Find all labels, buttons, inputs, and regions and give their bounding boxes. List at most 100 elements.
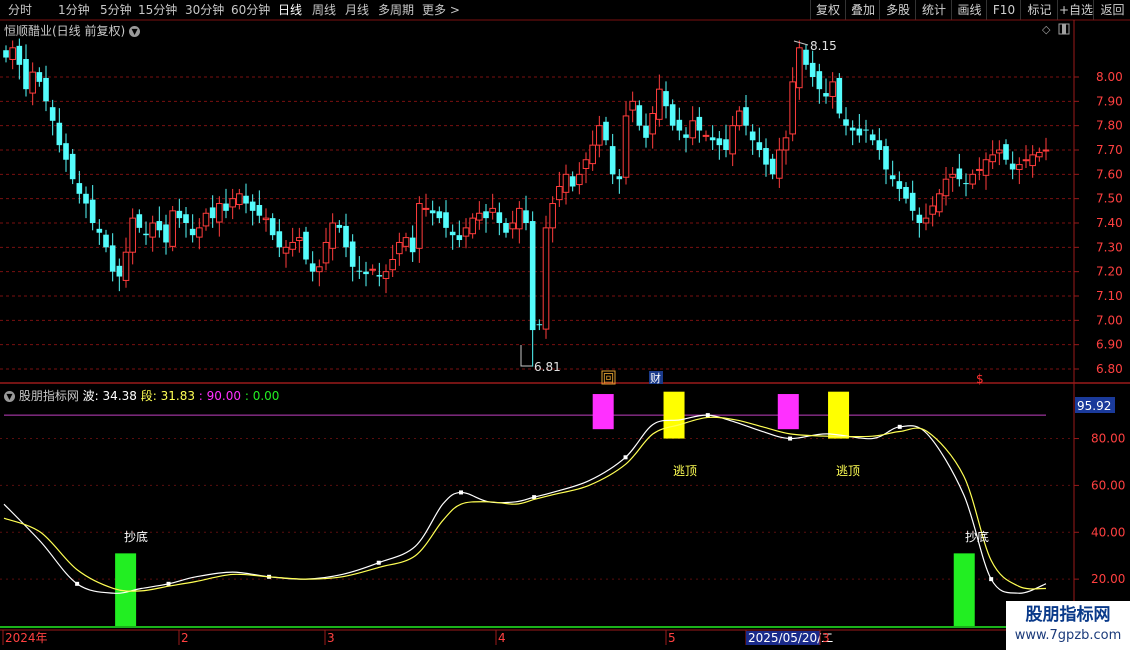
candle[interactable] xyxy=(769,153,776,180)
candle[interactable] xyxy=(542,215,550,339)
dollar-marker[interactable]: $ xyxy=(976,372,984,386)
candle[interactable] xyxy=(229,188,236,220)
candle[interactable] xyxy=(663,81,669,119)
chart-canvas[interactable]: 8.00 7.90 7.80 7.70 7.60 7.50 7.40 7.30 7.20 7.10… xyxy=(0,0,1130,650)
candle[interactable] xyxy=(376,262,383,287)
candle[interactable] xyxy=(676,107,683,141)
candle[interactable] xyxy=(282,240,290,268)
candle[interactable] xyxy=(869,129,876,146)
candle[interactable] xyxy=(289,227,296,257)
candle[interactable] xyxy=(409,225,416,262)
candle[interactable] xyxy=(269,213,276,241)
candle[interactable] xyxy=(516,201,523,244)
candle[interactable] xyxy=(449,224,456,250)
candle[interactable] xyxy=(303,226,309,265)
candle[interactable] xyxy=(36,67,43,87)
candle[interactable] xyxy=(296,227,303,253)
candle[interactable] xyxy=(49,99,56,136)
candle[interactable] xyxy=(489,193,496,220)
candle[interactable] xyxy=(109,233,116,282)
candle[interactable] xyxy=(696,107,703,143)
candle[interactable] xyxy=(136,209,143,233)
candle[interactable] xyxy=(656,74,663,127)
candle[interactable] xyxy=(56,108,63,153)
candle[interactable] xyxy=(503,218,509,238)
candle[interactable] xyxy=(863,119,869,143)
candle[interactable] xyxy=(23,44,29,97)
candle[interactable] xyxy=(643,113,649,148)
candle[interactable] xyxy=(729,115,736,167)
candle[interactable] xyxy=(129,208,136,265)
candle[interactable] xyxy=(782,130,790,165)
candle[interactable] xyxy=(683,127,689,153)
diamond-icon[interactable]: ◇ xyxy=(1042,23,1051,36)
candle[interactable] xyxy=(702,130,710,142)
candle[interactable] xyxy=(416,196,423,263)
candle[interactable] xyxy=(1016,157,1023,185)
candle[interactable] xyxy=(356,256,363,279)
candle[interactable] xyxy=(776,137,783,188)
candle[interactable] xyxy=(262,208,270,232)
candle[interactable] xyxy=(349,234,356,282)
candle[interactable] xyxy=(963,173,969,197)
candle[interactable] xyxy=(629,91,636,123)
candle[interactable] xyxy=(763,138,769,177)
candle[interactable] xyxy=(936,188,943,217)
candle[interactable] xyxy=(956,153,963,187)
candle[interactable] xyxy=(843,107,849,136)
candle[interactable] xyxy=(396,232,403,266)
candle[interactable] xyxy=(949,167,956,192)
candle[interactable] xyxy=(496,202,503,236)
candle[interactable] xyxy=(149,215,156,252)
candle[interactable] xyxy=(576,162,583,195)
candle[interactable] xyxy=(236,188,243,210)
candle[interactable] xyxy=(823,78,829,104)
candle[interactable] xyxy=(316,259,323,287)
candle[interactable] xyxy=(276,219,283,258)
candle[interactable] xyxy=(523,195,529,231)
candle[interactable] xyxy=(336,220,343,233)
candle[interactable] xyxy=(549,196,556,243)
candle[interactable] xyxy=(382,264,390,294)
candle[interactable] xyxy=(903,182,909,204)
candle[interactable] xyxy=(476,201,483,230)
candle[interactable] xyxy=(402,232,410,252)
candle[interactable] xyxy=(369,264,376,276)
candle[interactable] xyxy=(723,124,729,158)
candle[interactable] xyxy=(443,200,449,238)
candle[interactable] xyxy=(989,140,996,169)
candle[interactable] xyxy=(76,170,83,204)
candle[interactable] xyxy=(856,113,863,143)
candle[interactable] xyxy=(1009,151,1016,180)
candle[interactable] xyxy=(616,168,623,194)
candle[interactable] xyxy=(83,186,89,219)
candle[interactable] xyxy=(716,131,723,160)
candle[interactable] xyxy=(243,183,249,214)
candle[interactable] xyxy=(1036,147,1043,162)
candle[interactable] xyxy=(996,140,1003,166)
hui-marker[interactable]: 回 xyxy=(601,370,616,385)
candle[interactable] xyxy=(169,205,176,252)
candle[interactable] xyxy=(216,196,223,237)
candle[interactable] xyxy=(256,190,263,223)
candle[interactable] xyxy=(982,152,990,190)
candlestick-series[interactable] xyxy=(3,38,1050,367)
candle[interactable] xyxy=(329,213,336,261)
candle[interactable] xyxy=(69,149,76,185)
candle[interactable] xyxy=(849,120,856,146)
candle[interactable] xyxy=(1042,137,1050,161)
candle[interactable] xyxy=(1022,145,1030,169)
candle[interactable] xyxy=(163,214,169,255)
candle[interactable] xyxy=(736,106,743,131)
candle[interactable] xyxy=(596,115,603,158)
candle[interactable] xyxy=(122,237,130,288)
candle[interactable] xyxy=(609,133,616,185)
candle[interactable] xyxy=(429,200,436,226)
candle[interactable] xyxy=(556,171,563,207)
candle[interactable] xyxy=(43,65,49,112)
candle[interactable] xyxy=(883,138,889,185)
candle[interactable] xyxy=(63,133,69,172)
candle[interactable] xyxy=(789,67,796,142)
candle[interactable] xyxy=(603,116,609,146)
candle[interactable] xyxy=(529,211,536,367)
